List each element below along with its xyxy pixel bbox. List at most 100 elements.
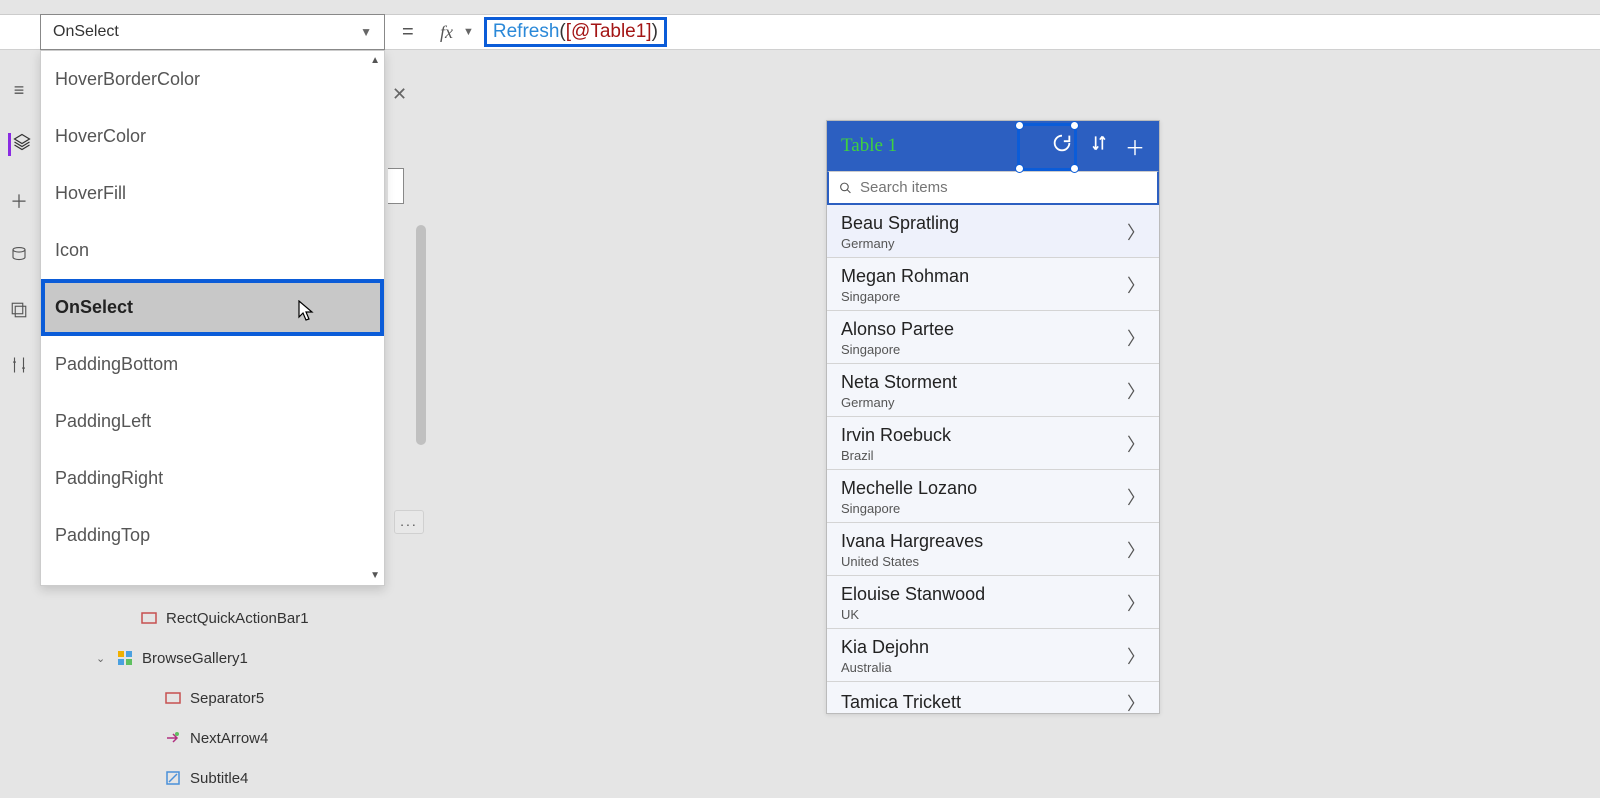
layers-icon[interactable] [8,133,31,156]
item-subtitle: Australia [841,660,1127,675]
chevron-right-icon[interactable]: 〉 [1127,643,1145,669]
item-subtitle: Germany [841,395,1127,410]
item-subtitle: Singapore [841,342,1127,357]
item-subtitle: Singapore [841,289,1127,304]
text-icon [164,769,182,787]
add-record-icon[interactable]: ＋ [1125,132,1145,161]
item-title: Neta Storment [841,372,1127,393]
item-title: Kia Dejohn [841,637,1127,658]
gallery-item[interactable]: Kia Dejohn Australia〉 [827,629,1159,682]
fx-label: fx [440,22,453,43]
scroll-up-icon[interactable]: ▲ [370,55,380,66]
item-subtitle: UK [841,607,1127,622]
formula-param: [@Table1] [566,21,652,42]
dropdown-item-icon[interactable]: Icon [41,222,384,279]
gallery-list: Beau SpratlingGermany〉Megan RohmanSingap… [827,205,1159,714]
browse-screen-header: Table 1 ＋ [827,121,1159,171]
panel-input-edge [388,168,404,204]
tree-item-label: NextArrow4 [190,730,268,747]
item-subtitle: United States [841,554,1127,569]
app-canvas: Table 1 ＋ Beau SpratlingGermany〉Megan Ro… [826,120,1160,714]
tree-item-label: Separator5 [190,690,264,707]
scroll-down-icon[interactable]: ▼ [370,570,380,581]
item-subtitle: Germany [841,236,1127,251]
more-options-button[interactable]: ... [394,510,424,534]
item-subtitle: Singapore [841,501,1127,516]
item-title: Tamica Trickett [841,692,1127,713]
dropdown-item-hoverbordercolor[interactable]: HoverBorderColor [41,51,384,108]
item-title: Elouise Stanwood [841,584,1127,605]
tree-item-label: BrowseGallery1 [142,650,248,667]
dropdown-item-hovercolor[interactable]: HoverColor [41,108,384,165]
search-icon [839,181,852,195]
data-icon[interactable] [10,246,28,269]
item-title: Mechelle Lozano [841,478,1127,499]
chevron-right-icon[interactable]: 〉 [1127,690,1145,714]
dropdown-item-onselect[interactable]: OnSelect [41,279,384,336]
item-title: Alonso Partee [841,319,1127,340]
property-selector-value: OnSelect [53,23,119,41]
property-selector[interactable]: OnSelect ▼ [40,14,385,50]
chevron-right-icon[interactable]: 〉 [1127,484,1145,510]
chevron-down-icon: ▼ [360,25,372,39]
tree-item-separator5[interactable]: Separator5 [96,678,309,718]
arrow-icon [164,729,182,747]
fx-expand-icon[interactable]: ▼ [463,26,474,38]
search-box[interactable] [827,171,1159,205]
formula-function: Refresh [493,21,560,42]
search-input[interactable] [860,179,1147,196]
dropdown-item-paddingleft[interactable]: PaddingLeft [41,393,384,450]
rect-icon [164,689,182,707]
item-title: Megan Rohman [841,266,1127,287]
dropdown-item-paddingtop[interactable]: PaddingTop [41,507,384,564]
chevron-icon[interactable]: ⌄ [96,652,108,665]
chevron-right-icon[interactable]: 〉 [1127,431,1145,457]
tree-item-label: RectQuickActionBar1 [166,610,309,627]
tree-view: RectQuickActionBar1 ⌄ BrowseGallery1 Separa… [96,598,309,798]
gallery-icon [116,649,134,667]
gallery-item[interactable]: Neta Storment Germany〉 [827,364,1159,417]
chevron-right-icon[interactable]: 〉 [1127,325,1145,351]
gallery-item[interactable]: Alonso Partee Singapore〉 [827,311,1159,364]
dropdown-item-hoverfill[interactable]: HoverFill [41,165,384,222]
resize-handle[interactable] [1070,121,1079,130]
chevron-right-icon[interactable]: 〉 [1127,219,1145,245]
tree-item-subtitle4[interactable]: Subtitle4 [96,758,309,798]
chevron-right-icon[interactable]: 〉 [1127,590,1145,616]
tools-icon[interactable] [10,356,28,379]
gallery-item[interactable]: Tamica Trickett〉 [827,682,1159,714]
chevron-right-icon[interactable]: 〉 [1127,378,1145,404]
dropdown-item-paddingright[interactable]: PaddingRight [41,450,384,507]
close-panel-button[interactable]: ✕ [392,84,407,105]
add-icon[interactable]: ＋ [10,188,28,214]
refresh-icon[interactable] [1051,132,1073,160]
media-icon[interactable] [10,301,28,324]
gallery-item[interactable]: Ivana Hargreaves United States〉 [827,523,1159,576]
hamburger-icon[interactable]: ≡ [14,80,25,101]
tree-item-browsegallery1[interactable]: ⌄ BrowseGallery1 [96,638,309,678]
resize-handle[interactable] [1015,121,1024,130]
left-rail: ≡ ＋ [0,80,38,379]
equals-sign: = [402,21,414,44]
gallery-item[interactable]: Elouise Stanwood UK〉 [827,576,1159,629]
gallery-item[interactable]: Mechelle Lozano Singapore〉 [827,470,1159,523]
item-subtitle: Brazil [841,448,1127,463]
screen-title: Table 1 [841,135,1043,157]
sort-icon[interactable] [1089,133,1109,159]
rect-icon [140,609,158,627]
gallery-item[interactable]: Megan Rohman Singapore〉 [827,258,1159,311]
scrollbar-thumb[interactable] [416,225,426,445]
item-title: Beau Spratling [841,213,1127,234]
formula-input[interactable]: Refresh([@Table1]) [484,17,667,47]
dropdown-item-paddingbottom[interactable]: PaddingBottom [41,336,384,393]
tree-item-nextarrow4[interactable]: NextArrow4 [96,718,309,758]
gallery-item[interactable]: Irvin Roebuck Brazil〉 [827,417,1159,470]
chevron-right-icon[interactable]: 〉 [1127,537,1145,563]
tree-item-label: Subtitle4 [190,770,248,787]
item-title: Irvin Roebuck [841,425,1127,446]
chevron-right-icon[interactable]: 〉 [1127,272,1145,298]
tree-item-rectquickactionbar1[interactable]: RectQuickActionBar1 [96,598,309,638]
property-dropdown[interactable]: ▲ HoverBorderColorHoverColorHoverFillIco… [40,50,385,586]
gallery-item[interactable]: Beau Spratling Germany〉 [827,205,1159,258]
item-title: Ivana Hargreaves [841,531,1127,552]
